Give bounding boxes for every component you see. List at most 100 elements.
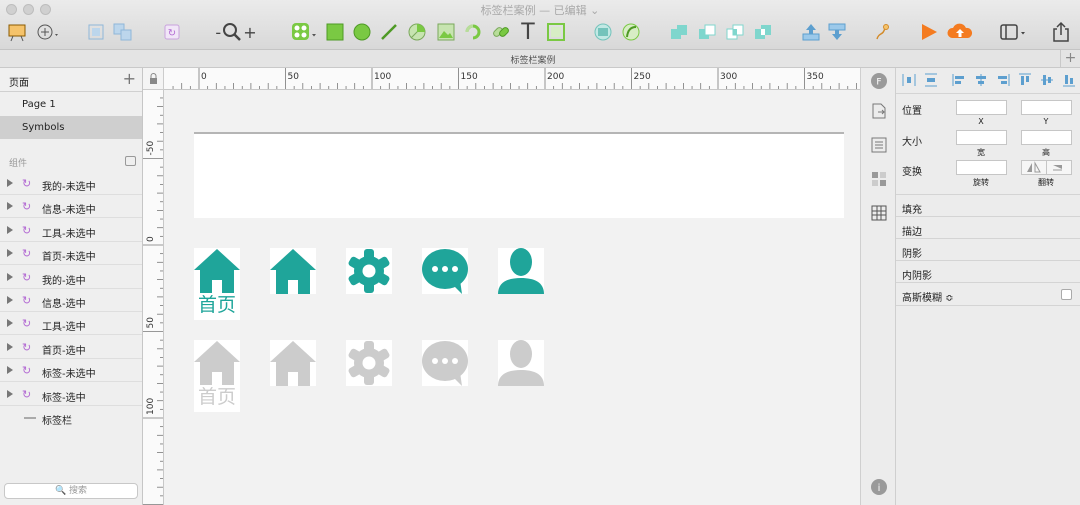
symbol-home-active-plain[interactable] [270, 248, 316, 294]
symbol-message-active[interactable] [422, 248, 468, 294]
create-symbol-button[interactable]: ↻ [162, 20, 182, 44]
components-icon[interactable] [870, 170, 888, 188]
intersect-button[interactable] [724, 20, 746, 44]
symbol-list-item[interactable]: ↻ 信息-未选中 [0, 195, 142, 219]
symbol-tools-inactive[interactable] [346, 340, 392, 386]
grid-table-icon[interactable] [870, 204, 888, 222]
new-tab-button[interactable]: + [1060, 50, 1080, 68]
symbol-list-item[interactable]: ↻ 工具-选中 [0, 312, 142, 336]
symbol-list-item[interactable]: ↻ 工具-未选中 [0, 219, 142, 242]
subtract-button[interactable] [696, 20, 718, 44]
fill-section[interactable]: 填充 [896, 194, 1080, 216]
disclosure-triangle-icon[interactable] [7, 202, 13, 211]
collapse-icon[interactable] [125, 156, 136, 166]
export-slice-icon[interactable] [870, 102, 888, 120]
shadow-section[interactable]: 阴影 [896, 238, 1080, 260]
symbol-list-item[interactable]: ↻ 我的-未选中 [0, 172, 142, 195]
symbol-tools-active[interactable] [346, 248, 392, 294]
blur-dropdown[interactable]: 高斯模糊 ≎ [902, 293, 954, 304]
disclosure-triangle-icon[interactable] [7, 249, 13, 258]
ungroup-button[interactable] [112, 20, 134, 44]
symbol-list-item[interactable]: ↻ 标签-选中 [0, 383, 142, 406]
align-bottom-icon[interactable] [1062, 73, 1076, 87]
view-button[interactable] [998, 20, 1028, 44]
line-tool-button[interactable] [379, 20, 399, 44]
export-button[interactable] [1050, 20, 1072, 44]
forward-button[interactable] [800, 20, 822, 44]
disclosure-triangle-icon[interactable] [7, 179, 13, 187]
flip-buttons[interactable] [1021, 160, 1072, 175]
style-icon[interactable]: F [870, 72, 888, 90]
blur-checkbox[interactable] [1061, 289, 1072, 300]
oval-tool-button[interactable] [352, 20, 372, 44]
backward-button[interactable] [826, 20, 848, 44]
disclosure-triangle-icon[interactable] [7, 342, 13, 351]
x-input[interactable] [956, 100, 1007, 115]
preview-button[interactable] [918, 20, 940, 44]
text-tool-button[interactable]: T [517, 20, 539, 45]
symbol-list-item[interactable]: ↻ 标签-未选中 [0, 359, 142, 383]
rectangle-tool-button[interactable] [325, 20, 345, 44]
group-button[interactable] [86, 20, 106, 44]
page-item[interactable]: Page 1 [0, 93, 142, 116]
y-input[interactable] [1021, 100, 1072, 115]
symbol-home-active[interactable]: 首页 [194, 248, 240, 320]
layer-search-input[interactable]: 🔍 搜索 [4, 483, 138, 499]
align-middle-icon[interactable] [1040, 73, 1054, 87]
symbol-list-item[interactable]: ↻ 我的-选中 [0, 266, 142, 289]
symbol-list-item[interactable]: ↻ 信息-选中 [0, 289, 142, 312]
disclosure-triangle-icon[interactable] [7, 272, 13, 281]
tab-bar-artboard[interactable] [194, 132, 844, 218]
symbol-list-item[interactable]: ↻ 首页-选中 [0, 336, 142, 359]
link-prototype-button[interactable] [872, 20, 894, 44]
page-item-selected[interactable]: Symbols [0, 116, 142, 139]
zoom-control[interactable]: - + [210, 20, 262, 44]
scissors-tool-button[interactable] [490, 20, 512, 44]
document-tab[interactable]: 标签栏案例 [0, 53, 1066, 66]
rotate-input[interactable] [956, 160, 1007, 175]
rotate-copies-button[interactable] [462, 20, 484, 44]
insert-button[interactable] [34, 20, 62, 44]
symbol-mine-active[interactable] [498, 248, 544, 294]
add-page-button[interactable]: + [123, 69, 136, 88]
canvas[interactable]: 首页 首页 [164, 90, 860, 505]
frame-tool-button[interactable] [545, 20, 567, 44]
disclosure-triangle-icon[interactable] [7, 319, 13, 328]
image-tool-button[interactable] [436, 20, 456, 44]
symbol-list-item[interactable]: ↻ 首页-未选中 [0, 242, 142, 266]
symbol-list-item[interactable]: 标签栏 [0, 406, 142, 429]
mask-button[interactable] [592, 20, 614, 44]
zoom-in-button[interactable]: + [243, 23, 256, 42]
difference-button[interactable] [752, 20, 774, 44]
symbol-home-inactive[interactable]: 首页 [194, 340, 240, 412]
union-button[interactable] [668, 20, 690, 44]
align-top-icon[interactable] [1018, 73, 1032, 87]
disclosure-triangle-icon[interactable] [7, 389, 13, 398]
align-right-icon[interactable] [996, 73, 1010, 87]
vertical-ruler[interactable]: -50 0 50 100 [143, 90, 164, 505]
blur-section[interactable]: 高斯模糊 ≎ [896, 282, 1080, 306]
height-input[interactable] [1021, 130, 1072, 145]
disclosure-triangle-icon[interactable] [7, 296, 13, 304]
inner-shadow-section[interactable]: 内阴影 [896, 260, 1080, 282]
disclosure-triangle-icon[interactable] [7, 366, 13, 375]
cloud-button[interactable] [946, 20, 974, 44]
symbol-message-inactive[interactable] [422, 340, 468, 386]
list-icon[interactable] [870, 136, 888, 154]
distribute-horizontal-icon[interactable] [902, 73, 916, 87]
border-section[interactable]: 描边 [896, 216, 1080, 238]
horizontal-ruler[interactable]: 0 50 100 150 200 250 300 350 [164, 68, 860, 90]
scale-button[interactable] [620, 20, 642, 44]
symbol-mine-inactive[interactable] [498, 340, 544, 386]
ruler-corner[interactable] [143, 68, 164, 90]
vector-tool-button[interactable] [406, 20, 428, 44]
disclosure-triangle-icon[interactable] [7, 225, 13, 234]
info-icon[interactable]: i [870, 478, 888, 496]
insert-artboard-button[interactable] [6, 20, 28, 44]
align-center-icon[interactable] [974, 73, 988, 87]
symbol-home-inactive-plain[interactable] [270, 340, 316, 386]
width-input[interactable] [956, 130, 1007, 145]
align-left-icon[interactable] [952, 73, 966, 87]
shape-tool-button[interactable] [290, 20, 318, 44]
distribute-vertical-icon[interactable] [924, 73, 938, 87]
